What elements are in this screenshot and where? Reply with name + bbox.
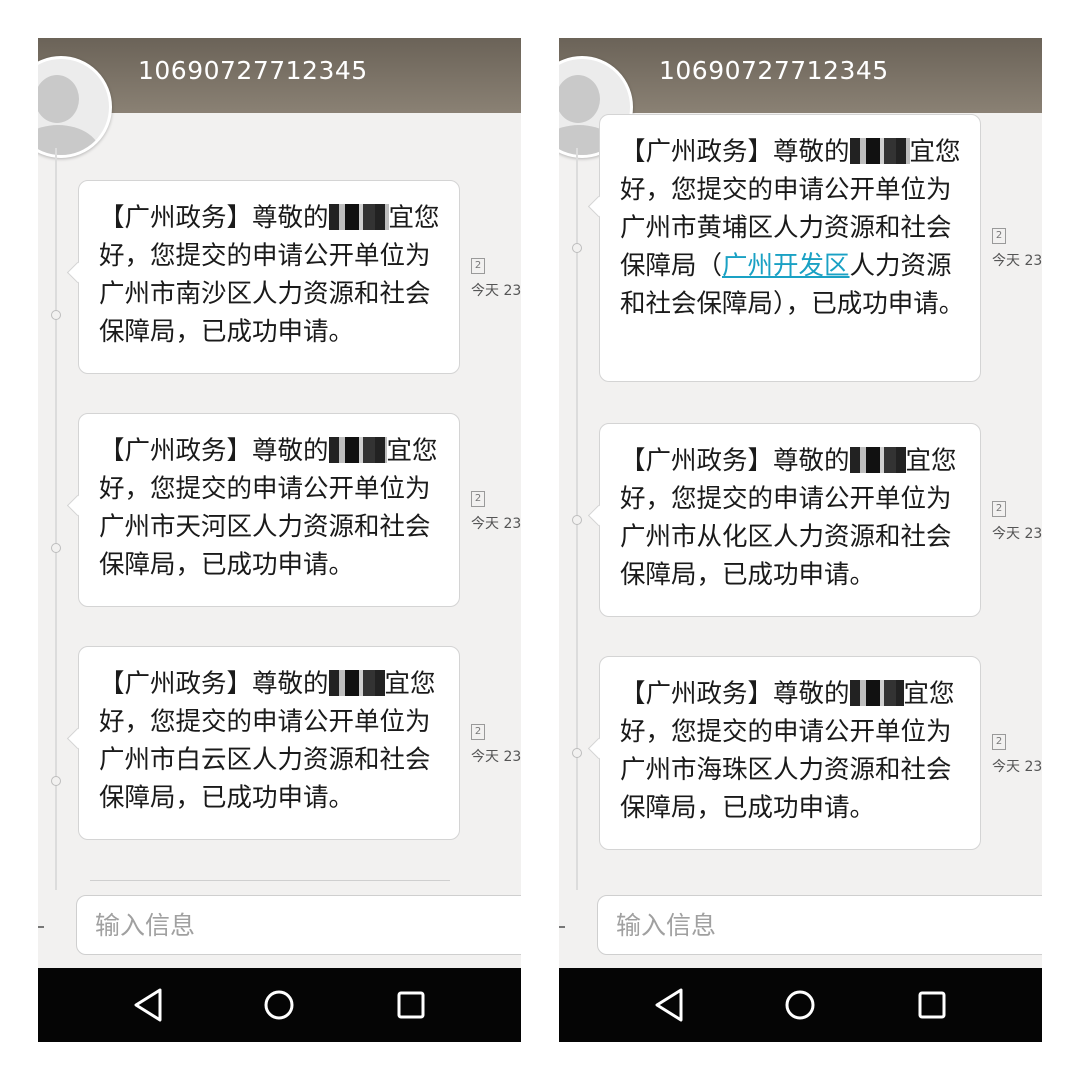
district-link[interactable]: 广州开发区 [722, 251, 850, 281]
message-bubble[interactable]: 【广州政务】尊敬的 宜您好，您提交的申请公开单位为广州市天河区人力资源和社会保障局… [78, 413, 460, 607]
navigation-bar [559, 968, 1042, 1042]
message-time: 今天 23 [992, 759, 1042, 775]
sim-icon: 2 [992, 228, 1006, 244]
message-text-pre: 【广州政务】尊敬的 [620, 137, 850, 167]
compose-bar [38, 890, 521, 968]
message-time: 今天 23 [992, 253, 1042, 269]
message-meta: 2 今天 23 [471, 491, 521, 533]
redacted-name [328, 670, 385, 696]
timeline-line [576, 148, 578, 918]
message-meta: 2 今天 23 [471, 258, 521, 300]
message-time: 今天 23 [471, 516, 521, 532]
attach-indicator[interactable] [559, 926, 565, 928]
message-bubble[interactable]: 【广州政务】尊敬的 宜您好，您提交的申请公开单位为广州市黄埔区人力资源和社会保障局… [599, 114, 981, 382]
navigation-bar [38, 968, 521, 1042]
timeline-dot [572, 243, 582, 253]
redacted-name [849, 680, 904, 706]
message-meta: 2 今天 23 [992, 228, 1042, 270]
sim-icon: 2 [992, 734, 1006, 750]
redacted-name [849, 138, 910, 164]
message-time: 今天 23 [471, 749, 521, 765]
timeline-dot [51, 310, 61, 320]
message-text-pre: 【广州政务】尊敬的 [99, 203, 329, 233]
recent-apps-icon[interactable] [911, 984, 953, 1026]
sender-number: 10690727712345 [138, 56, 368, 85]
recent-apps-icon[interactable] [390, 984, 432, 1026]
message-bubble[interactable]: 【广州政务】尊敬的 宜您好，您提交的申请公开单位为广州市海珠区人力资源和社会保障局… [599, 656, 981, 850]
sender-number: 10690727712345 [659, 56, 889, 85]
back-icon[interactable] [128, 984, 170, 1026]
message-meta: 2 今天 23 [992, 734, 1042, 776]
message-bubble[interactable]: 【广州政务】尊敬的 宜您好，您提交的申请公开单位为广州市南沙区人力资源和社会保障局… [78, 180, 460, 374]
message-time: 今天 23 [471, 283, 521, 299]
sim-icon: 2 [992, 501, 1006, 517]
sim-icon: 2 [471, 724, 485, 740]
message-meta: 2 今天 23 [992, 501, 1042, 543]
timeline-dot [51, 776, 61, 786]
message-text-pre: 【广州政务】尊敬的 [620, 679, 850, 709]
phone-screen-left: 10690727712345 【广州政务】尊敬的 宜您好，您提交的申请公开单位为广… [38, 38, 521, 1042]
message-text-pre: 【广州政务】尊敬的 [99, 669, 329, 699]
redacted-name [328, 437, 387, 463]
home-icon[interactable] [258, 984, 300, 1026]
attach-indicator[interactable] [38, 926, 44, 928]
message-time: 今天 23 [992, 526, 1042, 542]
message-bubble[interactable]: 【广州政务】尊敬的 宜您好，您提交的申请公开单位为广州市白云区人力资源和社会保障局… [78, 646, 460, 840]
timeline-dot [572, 515, 582, 525]
redacted-name [849, 447, 906, 473]
message-bubble[interactable]: 【广州政务】尊敬的 宜您好，您提交的申请公开单位为广州市从化区人力资源和社会保障局… [599, 423, 981, 617]
sim-icon: 2 [471, 258, 485, 274]
phone-screen-right: 10690727712345 【广州政务】尊敬的 宜您好，您提交的申请公开单位为广… [559, 38, 1042, 1042]
list-divider [90, 880, 450, 881]
back-icon[interactable] [649, 984, 691, 1026]
message-input[interactable] [597, 895, 1042, 955]
message-text-pre: 【广州政务】尊敬的 [620, 446, 850, 476]
message-text-pre: 【广州政务】尊敬的 [99, 436, 329, 466]
message-input[interactable] [76, 895, 521, 955]
redacted-name [328, 204, 389, 230]
message-meta: 2 今天 23 [471, 724, 521, 766]
timeline-dot [51, 543, 61, 553]
sim-icon: 2 [471, 491, 485, 507]
home-icon[interactable] [779, 984, 821, 1026]
timeline-dot [572, 748, 582, 758]
timeline-line [55, 148, 57, 918]
compose-bar [559, 890, 1042, 968]
